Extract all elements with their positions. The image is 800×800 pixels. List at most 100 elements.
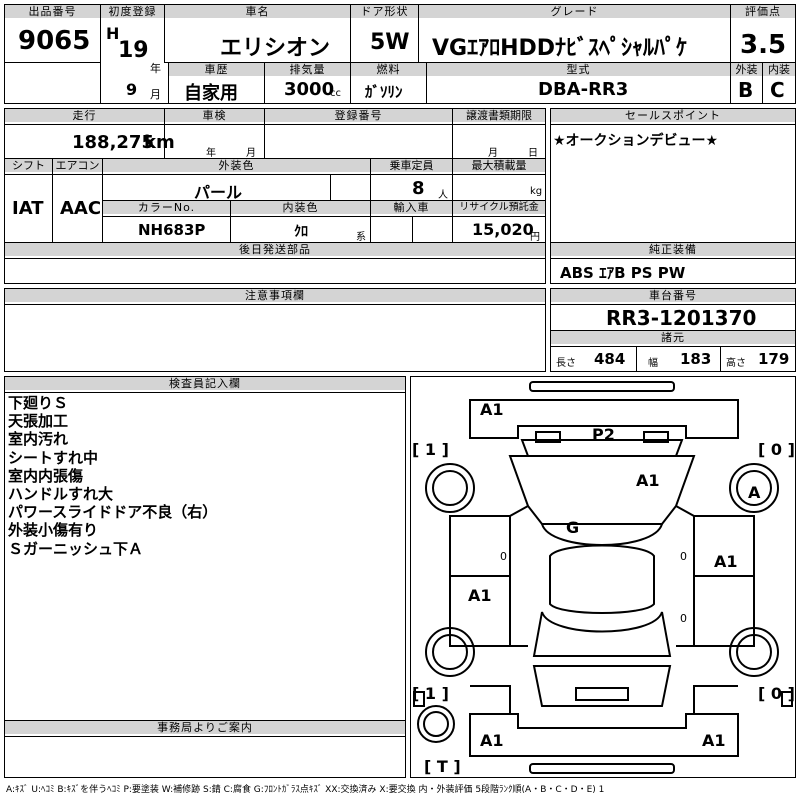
- score-label: 評価点: [731, 5, 795, 18]
- width: 183: [680, 350, 712, 368]
- shift: IAT: [12, 198, 44, 219]
- door-type: 5W: [370, 30, 410, 55]
- specs-label: 諸元: [551, 331, 795, 344]
- capacity-label: 乗車定員: [371, 159, 452, 172]
- fuel-label: 燃料: [351, 63, 426, 76]
- note-line: シートすれ中: [8, 448, 99, 467]
- first-reg-year: 19: [118, 38, 149, 63]
- import-label: 輸入車: [371, 201, 452, 214]
- int-color-label: 内装色: [231, 201, 370, 214]
- bracket-label: [ T ]: [424, 757, 461, 776]
- width-label: 幅: [648, 358, 658, 369]
- shift-label: シフト: [5, 159, 52, 172]
- displacement-unit: cc: [330, 88, 341, 99]
- usage: 自家用: [184, 83, 238, 104]
- first-reg-label: 初度登録: [101, 5, 164, 18]
- caution-label: 注意事項欄: [5, 289, 545, 302]
- damage-mark: A1: [480, 731, 504, 750]
- lot-number: 9065: [18, 26, 91, 56]
- recycle-fee: 15,020: [472, 220, 534, 239]
- note-line: パワースライドドア不良（右）: [8, 503, 218, 522]
- damage-mark: 0: [500, 550, 507, 563]
- displacement-label: 排気量: [265, 63, 350, 76]
- ext-color-label: 外装色: [103, 159, 370, 172]
- grade-label: グレード: [419, 5, 730, 18]
- first-reg-month: 9: [126, 80, 138, 99]
- bracket-label: [ 0 ]: [758, 440, 795, 459]
- note-line: 天張加工: [8, 412, 69, 431]
- car-name: エリシオン: [220, 36, 331, 61]
- damage-mark: A1: [636, 471, 660, 490]
- lot-no-label: 出品番号: [5, 5, 100, 18]
- car-name-label: 車名: [165, 5, 350, 18]
- damage-mark: A1: [702, 731, 726, 750]
- score: 3.5: [740, 30, 787, 60]
- length-label: 長さ: [556, 358, 576, 369]
- capacity: 8: [412, 178, 425, 199]
- recycle-unit: 円: [530, 232, 540, 243]
- height: 179: [758, 350, 790, 368]
- bracket-label: [ 1 ]: [412, 684, 449, 703]
- exterior-label: 外装: [731, 63, 762, 76]
- damage-mark: P2: [592, 425, 615, 444]
- interior-label: 内装: [763, 63, 795, 76]
- max-load-unit: kg: [530, 186, 543, 197]
- month-unit: 月: [150, 88, 161, 101]
- height-label: 高さ: [726, 358, 746, 369]
- int-color: ｸﾛ: [294, 224, 308, 240]
- note-line: 下廻りＳ: [8, 394, 69, 412]
- legend: A:ｷｽﾞ U:ﾍｺﾐ B:ｷｽﾞを伴うﾍｺﾐ P:要塗装 W:補修跡 S:錆 …: [6, 785, 605, 795]
- damage-mark: A1: [714, 552, 738, 571]
- damage-mark: A: [748, 483, 761, 502]
- equipment-label: 純正装備: [551, 243, 795, 256]
- note-line: ハンドルすれ大: [8, 485, 114, 504]
- displacement: 3000: [284, 79, 335, 100]
- door-label: ドア形状: [351, 5, 418, 18]
- model-label: 型式: [427, 63, 730, 76]
- damage-mark: A1: [468, 586, 492, 605]
- damage-mark: 0: [680, 550, 687, 563]
- office-label: 事務局よりご案内: [5, 721, 405, 734]
- grade: VGｴｱﾛHDDﾅﾋﾞｽﾍﾟｼｬﾙﾊﾟｹ: [432, 36, 688, 61]
- color-no: NH683P: [138, 221, 206, 239]
- model: DBA-RR3: [538, 79, 629, 100]
- damage-mark: G: [566, 518, 580, 537]
- aircon: AAC: [60, 198, 102, 219]
- mileage-unit: km: [144, 132, 175, 153]
- sales-point-label: セールスポイント: [551, 109, 795, 122]
- ext-color: パール: [194, 183, 243, 202]
- deadline-month-unit: 月: [488, 148, 498, 159]
- aircon-label: エアコン: [53, 159, 102, 172]
- damage-mark: A1: [480, 400, 504, 419]
- color-no-label: カラーNo.: [103, 201, 230, 214]
- insp-month-unit: 月: [246, 148, 256, 159]
- note-line: Ｓガーニッシュ下Ａ: [8, 539, 144, 558]
- note-line: 外装小傷有り: [8, 521, 99, 540]
- damage-mark: 0: [680, 612, 687, 625]
- capacity-unit: 人: [438, 190, 448, 201]
- sales-point: ★オークションデビュー★: [553, 133, 719, 149]
- chassis-label: 車台番号: [551, 289, 795, 302]
- usage-label: 車歴: [169, 63, 264, 76]
- bracket-label: [ 0 ]: [758, 684, 795, 703]
- inspector-label: 検査員記入欄: [5, 377, 405, 390]
- recycle-label: リサイクル預託金: [453, 201, 545, 214]
- max-load-label: 最大積載量: [453, 159, 545, 172]
- exterior-grade: B: [738, 78, 754, 102]
- fuel: ｶﾞｿﾘﾝ: [365, 83, 403, 101]
- int-color-unit: 系: [356, 232, 366, 243]
- chassis-number: RR3-1201370: [606, 306, 757, 330]
- mileage: 188,275: [72, 132, 154, 153]
- deadline-day-unit: 日: [528, 148, 538, 159]
- reg-no-label: 登録番号: [265, 109, 452, 122]
- note-line: 室内汚れ: [8, 430, 69, 449]
- inspector-notes: 下廻りＳ 天張加工 室内汚れ シートすれ中 室内内張傷 ハンドルすれ大 パワース…: [8, 394, 398, 558]
- deadline-label: 譲渡書類期限: [453, 109, 545, 122]
- later-parts-label: 後日発送部品: [5, 243, 545, 256]
- insp-year-unit: 年: [206, 148, 216, 159]
- equipment: ABS ｴｱB PS PW: [560, 264, 686, 282]
- bracket-label: [ 1 ]: [412, 440, 449, 459]
- year-unit: 年: [150, 62, 161, 75]
- inspection-label: 車検: [165, 109, 264, 122]
- interior-grade: C: [770, 78, 785, 102]
